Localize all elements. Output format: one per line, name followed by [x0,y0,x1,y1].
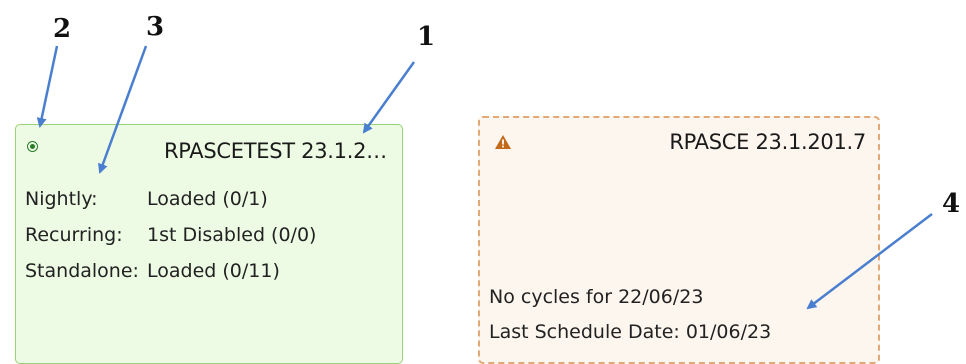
environment-card-rpasce[interactable]: RPASCE 23.1.201.7 No cycles for 22/06/23… [478,116,880,364]
cycle-row-standalone: Standalone: Loaded (0/11) [25,260,280,282]
callout-arrow-2 [36,45,59,128]
no-cycles-message: No cycles for 22/06/23 [489,286,704,308]
environment-card-rpascetest[interactable]: RPASCETEST 23.1.2… Nightly: Loaded (0/1) … [15,124,403,364]
callout-number-2: 2 [53,14,72,44]
callout-number-1: 1 [417,22,436,52]
cycle-label: Recurring: [25,224,123,246]
card-title: RPASCETEST 23.1.2… [164,139,387,163]
cycle-value: Loaded (0/1) [147,188,268,210]
callout-arrow-1 [362,61,416,134]
cycle-value: Loaded (0/11) [147,260,280,282]
cycle-label: Nightly: [25,188,98,210]
cycle-value: 1st Disabled (0/0) [147,224,317,246]
last-schedule-date: Last Schedule Date: 01/06/23 [489,321,772,343]
callout-number-4: 4 [942,189,961,219]
success-status-icon [27,141,38,152]
callout-number-3: 3 [146,12,165,42]
cycle-row-recurring: Recurring: 1st Disabled (0/0) [25,224,316,246]
card-title: RPASCE 23.1.201.7 [669,130,866,154]
cycle-label: Standalone: [25,260,139,282]
warning-icon [495,135,511,149]
cycle-row-nightly: Nightly: Loaded (0/1) [25,188,268,210]
